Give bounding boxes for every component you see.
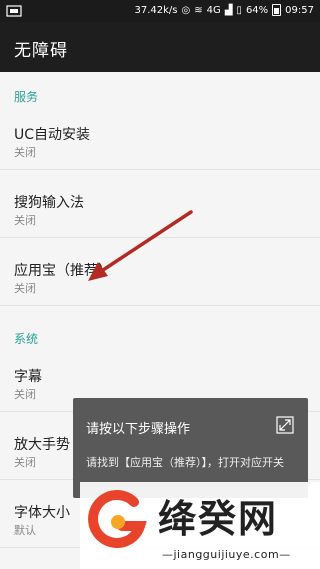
item-title: UC自动安装 — [14, 127, 91, 143]
clock: 09:57 — [285, 4, 314, 16]
list-item-uc-auto-install[interactable]: UC自动安装 关闭 — [0, 112, 320, 170]
battery-percent: 64% — [245, 4, 269, 16]
watermark-url: —jiangguijiuye.com— — [162, 548, 291, 561]
list-item-yingyongbao[interactable]: 应用宝（推荐） 关闭 — [0, 248, 320, 306]
item-status: 关闭 — [14, 282, 36, 295]
item-status: 关闭 — [14, 456, 36, 469]
network-type: 4G — [206, 4, 221, 16]
signal-icon: ▟ — [224, 4, 233, 16]
list-item-sogou-input[interactable]: 搜狗输入法 关闭 — [0, 180, 320, 238]
toast-title: 请按以下步骤操作 — [86, 422, 191, 437]
item-title: 搜狗输入法 — [14, 195, 84, 211]
wifi-icon: ≋ — [194, 4, 203, 16]
expand-icon[interactable] — [276, 416, 294, 434]
item-status: 默认 — [14, 524, 36, 537]
hotspot-icon: ◎ — [181, 4, 191, 16]
item-title: 应用宝（推荐） — [14, 263, 112, 279]
item-title: 字幕 — [14, 369, 42, 385]
item-title: 字体大小 — [14, 505, 70, 521]
page-title: 无障碍 — [14, 41, 68, 61]
battery-icon — [272, 4, 282, 16]
item-status: 关闭 — [14, 214, 36, 227]
network-speed: 37.42k/s — [134, 4, 178, 16]
sim-icon: ▯ — [236, 4, 242, 16]
notification-icon — [6, 5, 22, 17]
watermark-logo-icon — [88, 490, 147, 548]
item-status: 关闭 — [14, 388, 36, 401]
section-header-system: 系统 — [14, 332, 39, 346]
item-title: 放大手势 — [14, 437, 70, 453]
section-header-services: 服务 — [14, 90, 39, 104]
toolbar: 无障碍 — [0, 22, 320, 72]
status-bar: 37.42k/s ◎ ≋ 4G ▟ ▯ 64% 09:57 — [0, 0, 320, 22]
watermark-text: 绛癸网 — [158, 497, 279, 541]
item-status: 关闭 — [14, 146, 36, 159]
watermark: 绛癸网 —jiangguijiuye.com— — [80, 482, 320, 569]
toast-body: 请找到【应用宝（推荐）】，打开对应开关 — [86, 456, 284, 469]
